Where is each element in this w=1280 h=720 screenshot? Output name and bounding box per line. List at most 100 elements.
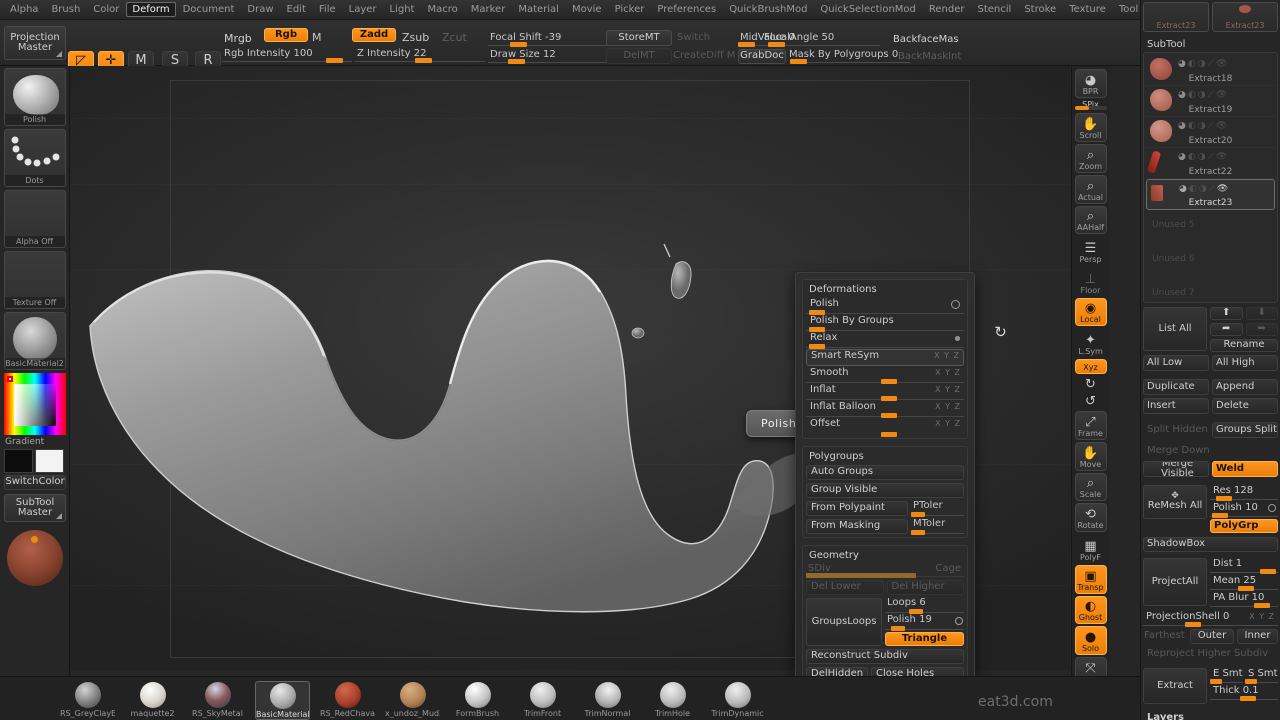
extract-button[interactable]: Extract	[1143, 668, 1207, 704]
scale-button[interactable]: ⌕ Scale	[1074, 472, 1107, 502]
subtool-unused-5[interactable]: Unused 5	[1146, 210, 1275, 244]
menu-item-brush[interactable]: Brush	[45, 2, 86, 17]
m-button[interactable]: M	[312, 31, 322, 44]
from-polypaint-button[interactable]: From Polypaint	[806, 501, 908, 516]
alpha-off-swatch[interactable]: Alpha Off	[3, 190, 66, 248]
subtool-icons[interactable]: ◕ ◐ ◑ ⟋ 👁	[1178, 90, 1227, 100]
focal-shift-slider[interactable]: Focal Shift -39	[488, 32, 613, 47]
inner-button[interactable]: Inner	[1237, 629, 1278, 644]
e-smt-slider[interactable]: E Smt	[1210, 668, 1243, 684]
smart-resym-slider[interactable]: Smart ReSym X Y Z	[806, 349, 964, 366]
s-smt-knob[interactable]	[1245, 679, 1257, 684]
menu-item-deform[interactable]: Deform	[126, 2, 176, 17]
polish-ring-icon[interactable]	[951, 300, 960, 309]
persp-button[interactable]: ☰ Persp	[1075, 236, 1107, 265]
subtool-row-extract22[interactable]: ◕ ◐ ◑ ⟋ 👁 Extract22	[1146, 148, 1275, 179]
draw-size-knob[interactable]	[508, 59, 525, 64]
move-up-button[interactable]: ⬆	[1210, 307, 1243, 320]
res-slider[interactable]: Res 128	[1210, 485, 1278, 501]
menu-item-marker[interactable]: Marker	[465, 2, 512, 17]
projection-shell-knob[interactable]	[1185, 622, 1201, 627]
move-down-button[interactable]: ⬇	[1245, 307, 1278, 320]
polygrp-button[interactable]: PolyGrp	[1210, 519, 1278, 533]
e-smt-knob[interactable]	[1210, 679, 1222, 684]
offset-slider[interactable]: Offset X Y Z	[806, 418, 964, 437]
dist-slider[interactable]: Dist 1	[1210, 558, 1278, 574]
transp-button[interactable]: ▣ Transp	[1074, 564, 1107, 594]
backface-mask-button[interactable]: BackfaceMas	[893, 34, 959, 45]
mtoler-slider[interactable]: MToler	[911, 518, 964, 535]
menu-item-quickbrushmod[interactable]: QuickBrushMod	[723, 2, 813, 17]
tool-thumb-extract23-a[interactable]: Extract23	[1143, 2, 1209, 32]
tray-item-trimhole[interactable]: TrimHole	[645, 681, 700, 718]
menu-item-file[interactable]: File	[313, 2, 342, 17]
secondary-color-swatch[interactable]	[35, 449, 64, 473]
color-swatches[interactable]	[4, 449, 67, 473]
del-mt-button[interactable]: DelMT	[606, 48, 672, 64]
mrgb-button[interactable]: Mrgb	[224, 32, 252, 45]
subtool-row-extract18[interactable]: ◕ ◐ ◑ ⟋ 👁 Extract18	[1146, 55, 1275, 86]
zcut-button[interactable]: Zcut	[442, 31, 467, 44]
geometry-polish-knob[interactable]	[891, 626, 905, 631]
color-picker[interactable]	[3, 373, 66, 435]
stroke-swatch-dots[interactable]: Dots	[3, 129, 66, 187]
reproject-button[interactable]: Reproject Higher Subdiv	[1143, 647, 1278, 662]
relax-ring-icon[interactable]	[955, 336, 960, 341]
from-masking-button[interactable]: From Masking	[806, 519, 908, 534]
z-intensity-slider[interactable]: Z Intensity 22	[355, 48, 485, 63]
geometry-polish-ring-icon[interactable]	[955, 617, 963, 625]
subtool-list[interactable]: ◕ ◐ ◑ ⟋ 👁 Extract18 ◕ ◐ ◑ ⟋ 👁 Extract19 ◕ ◐ ◑ ⟋ 👁 Ex…	[1143, 52, 1278, 303]
inflat-slider[interactable]: Inflat X Y Z	[806, 384, 964, 401]
menu-item-quickselectionmod[interactable]: QuickSelectionMod	[814, 2, 921, 17]
inflat-balloon-slider[interactable]: Inflat Balloon X Y Z	[806, 401, 964, 418]
texture-off-swatch[interactable]: Texture Off	[3, 251, 66, 309]
loops-slider[interactable]: Loops 6	[885, 597, 964, 614]
reload-icon[interactable]: ↻	[992, 324, 1009, 341]
focal-shift-knob[interactable]	[510, 42, 527, 47]
duplicate-button[interactable]: Duplicate	[1143, 379, 1209, 395]
dist-knob[interactable]	[1260, 569, 1276, 574]
menu-item-document[interactable]: Document	[177, 2, 241, 17]
split-hidden-button[interactable]: Split Hidden	[1143, 422, 1209, 438]
menu-item-texture[interactable]: Texture	[1063, 2, 1112, 17]
mask-by-polygroups-slider[interactable]: Mask By Polygroups 0	[789, 49, 910, 64]
projection-master-button[interactable]: Projection Master	[4, 26, 66, 60]
tray-item-trimfront[interactable]: TrimFront	[515, 681, 570, 718]
rotate-y-button[interactable]: ↻	[1075, 376, 1107, 391]
tool-thumb-extract23-b[interactable]: Extract23	[1212, 2, 1278, 32]
subtool-unused-7[interactable]: Unused 7	[1146, 278, 1275, 300]
lsym-button[interactable]: ✦ L.Sym	[1075, 328, 1107, 357]
triangle-button[interactable]: Triangle	[885, 632, 964, 646]
thick-knob[interactable]	[1240, 696, 1256, 701]
z-intensity-knob[interactable]	[415, 58, 432, 63]
switch-color-button[interactable]: SwitchColor	[4, 475, 66, 490]
ptoler-knob[interactable]	[911, 512, 925, 517]
grab-doc-button[interactable]: GrabDoc	[738, 49, 786, 64]
main-color-swatch[interactable]	[4, 449, 33, 473]
res-knob[interactable]	[1216, 496, 1232, 501]
subtool-icons[interactable]: ◕ ◐ ◑ ⟋ 👁	[1178, 59, 1227, 69]
del-higher-button[interactable]: Del Higher	[886, 580, 964, 595]
mean-slider[interactable]: Mean 25	[1210, 575, 1278, 591]
zadd-button[interactable]: Zadd	[352, 28, 396, 42]
remesh-all-button[interactable]: ✥ ReMesh All	[1143, 485, 1207, 519]
all-high-button[interactable]: All High	[1212, 355, 1278, 371]
groups-split-button[interactable]: Groups Split	[1212, 422, 1278, 438]
menu-item-alpha[interactable]: Alpha	[4, 2, 44, 17]
weld-button[interactable]: Weld	[1212, 461, 1278, 477]
menu-item-material[interactable]: Material	[512, 2, 565, 17]
focal-angle-knob[interactable]	[768, 42, 785, 47]
pa-blur-knob[interactable]	[1254, 603, 1270, 608]
thick-slider[interactable]: Thick 0.1	[1210, 685, 1278, 701]
color-picker-sv-area[interactable]	[13, 384, 56, 426]
del-lower-button[interactable]: Del Lower	[806, 580, 884, 595]
rotate-button[interactable]: ⟲ Rotate	[1074, 503, 1107, 533]
menu-item-picker[interactable]: Picker	[609, 2, 651, 17]
ghost-button[interactable]: ◐ Ghost	[1074, 595, 1107, 625]
tray-item-trimnormal[interactable]: TrimNormal	[580, 681, 635, 718]
merge-down-button[interactable]: Merge Down	[1143, 444, 1278, 458]
insert-button[interactable]: Insert	[1143, 398, 1209, 414]
s-smt-slider[interactable]: S Smt	[1245, 668, 1278, 684]
rgb-intensity-knob[interactable]	[326, 58, 343, 63]
subtool-unused-6[interactable]: Unused 6	[1146, 244, 1275, 278]
